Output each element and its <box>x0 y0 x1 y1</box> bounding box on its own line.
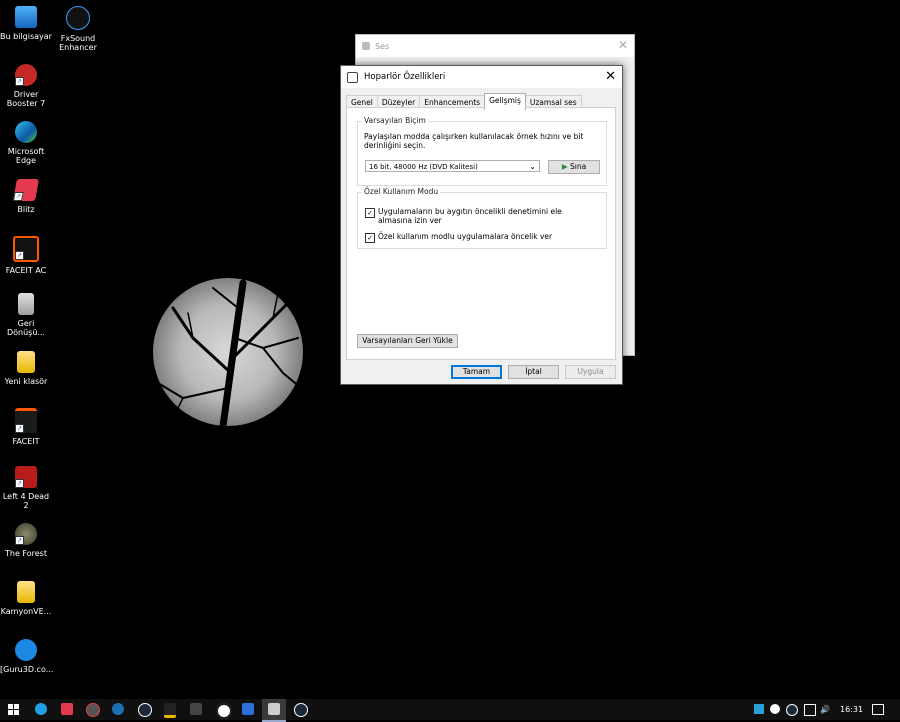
taskbar: 🔊 16:31 <box>0 699 900 722</box>
taskbar-steam-icon-2[interactable] <box>294 703 308 717</box>
checkbox-checked-icon: ✓ <box>365 208 375 218</box>
ok-button[interactable]: Tamam <box>451 365 502 379</box>
desktop-icon-this-pc[interactable]: Bu bilgisayar <box>0 6 52 41</box>
left4dead2-icon: ↗ <box>15 466 37 488</box>
desktop-icon-faceit-ac[interactable]: ↗ FACEIT AC <box>0 236 52 275</box>
desktop-icon-label: Bu bilgisayar <box>0 32 52 41</box>
desktop-icon-label: Microsoft Edge <box>7 147 45 165</box>
wallpaper-moon <box>153 278 303 430</box>
recycle-bin-icon <box>18 293 34 315</box>
desktop-icon-label: Left 4 Dead 2 <box>2 492 50 510</box>
default-format-legend: Varsayılan Biçim <box>362 116 428 125</box>
sound-window-title: Ses <box>375 41 390 51</box>
desktop-icon-driver-booster[interactable]: ↗ Driver Booster 7 <box>0 64 52 108</box>
edge-icon <box>15 121 37 143</box>
taskbar-obs-icon[interactable] <box>216 703 232 719</box>
exclusive-priority-label: Özel kullanım modlu uygulamalara öncelik… <box>378 232 553 241</box>
taskbar-blitz-icon[interactable] <box>61 703 73 715</box>
system-tray: 🔊 16:31 <box>752 699 900 720</box>
tray-steam-icon[interactable] <box>786 704 798 716</box>
desktop-icon-label: Driver Booster 7 <box>6 90 46 108</box>
checkbox-checked-icon: ✓ <box>365 233 375 243</box>
driver-booster-icon: ↗ <box>15 64 37 86</box>
desktop-icon-left4dead2[interactable]: ↗ Left 4 Dead 2 <box>0 466 52 510</box>
faceit-ac-icon: ↗ <box>13 236 39 262</box>
blitz-icon: ↗ <box>13 179 39 201</box>
default-format-description: Paylaşılan modda çalışırken kullanılacak… <box>364 132 584 150</box>
tab-advanced[interactable]: Gelişmiş <box>484 93 526 110</box>
default-format-group: Varsayılan Biçim Paylaşılan modda çalışı… <box>357 116 607 186</box>
desktop-icon-blitz[interactable]: ↗ Blitz <box>0 179 52 214</box>
taskbar-game-icon[interactable] <box>190 703 202 715</box>
desktop-icon-label: FxSound Enhancer <box>59 34 97 52</box>
desktop-icon-label: FACEIT <box>12 437 40 446</box>
tray-app-icon[interactable] <box>754 704 764 714</box>
exclusive-mode-legend: Özel Kullanım Modu <box>362 187 441 196</box>
sample-rate-select[interactable]: 16 bit, 48000 Hz (DVD Kalitesi) ⌄ <box>365 160 540 172</box>
taskbar-launcher-icon[interactable] <box>164 703 176 718</box>
taskbar-edge-icon[interactable] <box>35 703 47 715</box>
tree-branches-silhouette <box>157 279 302 430</box>
taskbar-app-icon[interactable] <box>112 703 124 715</box>
desktop-icon-kamyonve[interactable]: KamyonVE... <box>0 581 52 616</box>
desktop-icon-label: [Guru3D.co... <box>0 665 54 674</box>
apply-button[interactable]: Uygula <box>565 365 616 379</box>
start-button[interactable] <box>8 704 19 715</box>
taskbar-speaker-settings-active[interactable] <box>262 699 286 722</box>
windows-logo-icon <box>8 704 19 715</box>
the-forest-icon: ↗ <box>15 523 37 545</box>
folder-icon <box>17 351 35 373</box>
cancel-button[interactable]: İptal <box>508 365 559 379</box>
tray-obs-icon[interactable] <box>770 704 780 714</box>
tab-panel-advanced: Varsayılan Biçim Paylaşılan modda çalışı… <box>346 107 616 360</box>
sound-window-titlebar[interactable]: Ses <box>356 35 634 57</box>
taskbar-app-icon-2[interactable] <box>242 703 254 715</box>
fxsound-icon <box>66 6 90 30</box>
exclusive-mode-group: Özel Kullanım Modu ✓ Uygulamaların bu ay… <box>357 187 607 249</box>
desktop-icon-faceit[interactable]: ↗ FACEIT <box>0 408 52 446</box>
network-icon[interactable] <box>804 704 816 716</box>
desktop-icon-label: Blitz <box>17 205 35 214</box>
restore-defaults-button[interactable]: Varsayılanları Geri Yükle <box>357 334 458 348</box>
desktop-icon-recycle-bin[interactable]: Geri Dönüşü... <box>0 293 52 337</box>
notification-icon[interactable] <box>872 704 884 715</box>
desktop-icon-label: Geri Dönüşü... <box>6 319 46 337</box>
dialog-title: Hoparlör Özellikleri <box>364 72 446 82</box>
folder-icon <box>17 581 35 603</box>
test-button[interactable]: ▶ Sına <box>548 160 600 174</box>
speaker-properties-dialog: Hoparlör Özellikleri ✕ Genel Düzeyler En… <box>340 65 623 385</box>
close-icon[interactable]: ✕ <box>605 69 616 84</box>
desktop-icon-guru3d-zip[interactable]: [Guru3D.co... <box>0 639 54 674</box>
sample-rate-value: 16 bit, 48000 Hz (DVD Kalitesi) <box>369 163 478 171</box>
desktop-icon-fxsound[interactable]: FxSound Enhancer <box>52 6 104 52</box>
allow-exclusive-control-label: Uygulamaların bu aygıtın öncelikli denet… <box>378 207 562 225</box>
desktop-icon-label: The Forest <box>5 549 47 558</box>
exclusive-priority-checkbox[interactable]: ✓ Özel kullanım modlu uygulamalara öncel… <box>365 232 595 243</box>
taskbar-steam-icon[interactable] <box>138 703 152 717</box>
taskbar-driver-booster-icon[interactable] <box>86 703 100 717</box>
desktop-icon-label: FACEIT AC <box>5 266 47 275</box>
faceit-icon: ↗ <box>15 408 37 433</box>
dialog-titlebar[interactable]: Hoparlör Özellikleri ✕ <box>341 66 622 88</box>
play-icon: ▶ <box>561 162 568 171</box>
allow-exclusive-control-checkbox[interactable]: ✓ Uygulamaların bu aygıtın öncelikli den… <box>365 207 595 225</box>
zip-icon <box>15 639 37 661</box>
chevron-down-icon: ⌄ <box>529 162 536 171</box>
speaker-icon <box>362 42 370 50</box>
volume-icon[interactable]: 🔊 <box>820 699 830 720</box>
desktop-icon-label: KamyonVE... <box>0 607 52 616</box>
clock-time[interactable]: 16:31 <box>840 699 863 720</box>
test-button-label: Sına <box>569 162 587 171</box>
desktop-icon-the-forest[interactable]: ↗ The Forest <box>0 523 52 558</box>
close-icon[interactable]: ✕ <box>618 38 628 52</box>
desktop-icon-edge[interactable]: Microsoft Edge <box>0 121 52 165</box>
desktop-icon-label: Yeni klasör <box>4 377 48 386</box>
speaker-icon <box>268 703 280 715</box>
speaker-icon <box>347 71 358 83</box>
computer-icon <box>15 6 37 28</box>
desktop-icon-new-folder[interactable]: Yeni klasör <box>0 351 52 386</box>
